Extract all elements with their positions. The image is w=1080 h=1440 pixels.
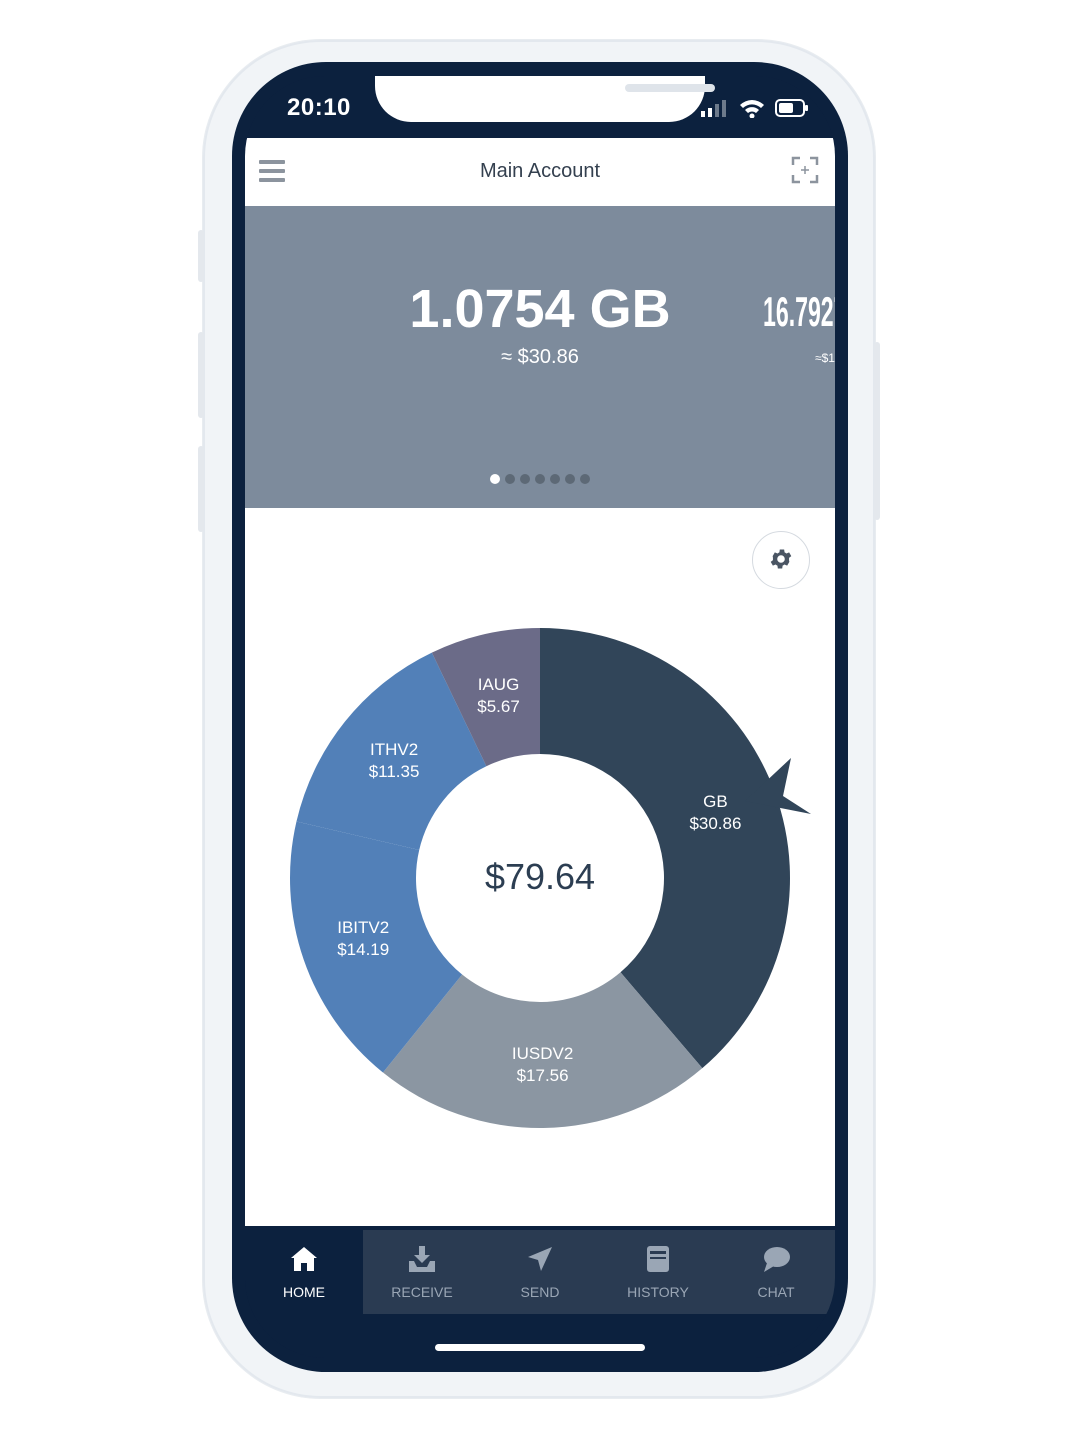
next-balance-amount: 16.7927 [763,288,835,335]
carousel-dot[interactable] [490,474,500,484]
tab-label: SEND [520,1284,560,1300]
slice-value: $5.67 [477,696,520,716]
next-balance-fiat: ≈$17. [815,351,835,365]
notch [375,76,715,122]
home-indicator [435,1344,645,1351]
carousel-dot[interactable] [550,474,560,484]
carousel-dot[interactable] [535,474,545,484]
scan-qr-icon[interactable] [791,156,819,184]
status-time: 20:10 [287,94,351,121]
phone-screen: 20:10 Main Account 1.0754 GB ≈ $30.86 16… [245,76,835,1358]
tab-receive[interactable]: RECEIVE [363,1230,481,1314]
portfolio-chart: $79.64 GB $30.86 IUSDV2 $17.56 IBITV2 $14.19 I… [245,508,835,1226]
app-header: Main Account [245,138,835,208]
status-icons [701,96,809,120]
history-icon [647,1246,669,1272]
tab-label: RECEIVE [391,1284,453,1300]
slice-value: $30.86 [689,814,742,834]
chart-settings-button[interactable] [752,531,810,589]
send-icon [528,1247,552,1271]
carousel-dot[interactable] [520,474,530,484]
home-icon [291,1247,317,1271]
slice-value: $11.35 [368,762,420,782]
tab-label: HISTORY [627,1284,689,1300]
chat-icon [764,1247,790,1272]
status-bar: 20:10 [245,76,835,138]
speaker [625,84,715,92]
phone-side-button [198,446,204,532]
tab-send[interactable]: SEND [481,1230,599,1314]
slice-label: IUSDV2 $17.56 [483,1043,603,1087]
carousel-dot[interactable] [505,474,515,484]
receive-icon [409,1246,435,1272]
carousel-pagination [245,474,835,484]
tab-label: HOME [283,1284,325,1300]
phone-side-button [198,230,204,282]
slice-value: $14.19 [337,939,390,959]
slice-name: ITHV2 [369,740,419,760]
slice-name: IAUG [477,674,520,694]
balance-fiat: ≈ $30.86 [501,346,579,368]
slice-name: IUSDV2 [511,1043,574,1063]
tab-label: CHAT [757,1284,795,1300]
tab-history[interactable]: HISTORY [599,1230,717,1314]
cellular-signal-icon [701,100,726,117]
slice-label: IBITV2 $14.19 [303,917,423,961]
slice-name: IBITV2 [337,917,390,937]
balance-amount: 1.0754 GB [409,279,671,339]
tab-chat[interactable]: CHAT [717,1230,835,1314]
slice-label: GB $30.86 [655,791,775,835]
slice-value: $17.56 [516,1065,569,1085]
carousel-dot[interactable] [580,474,590,484]
phone-side-button [198,332,204,418]
page-title: Main Account [479,160,601,182]
slice-label: ITHV2 $11.35 [334,739,454,783]
wifi-icon [740,100,764,118]
carousel-dot[interactable] [565,474,575,484]
battery-icon [775,99,808,117]
portfolio-section: $79.64 GB $30.86 IUSDV2 $17.56 IBITV2 $14.19 I… [245,508,835,1226]
gear-icon [770,548,792,569]
tab-home[interactable]: HOME [245,1230,363,1314]
bottom-tab-bar: HOME RECEIVE SEND HISTORY CHAT [245,1226,835,1318]
slice-label: IAUG $5.67 [439,674,559,718]
balance-carousel[interactable]: 1.0754 GB ≈ $30.86 16.7927 ≈$17. [245,206,835,508]
portfolio-total: $79.64 [484,856,596,897]
phone-side-button [874,342,880,520]
slice-name: GB [703,792,728,812]
